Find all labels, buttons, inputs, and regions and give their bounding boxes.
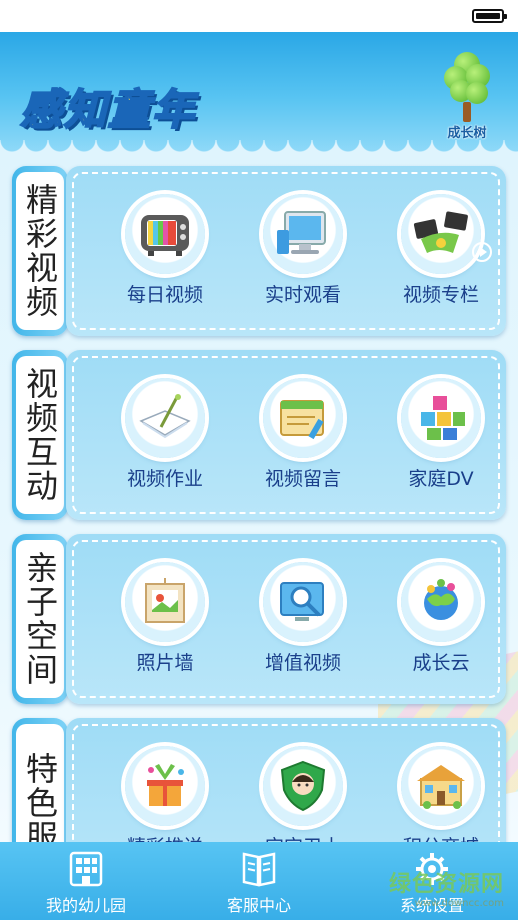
tile-label: 实时观看 [264, 284, 341, 306]
growth-cloud-icon [401, 562, 481, 642]
points-mall-icon [401, 746, 481, 826]
photo-wall-icon [125, 562, 205, 642]
section-title: 特色服 [21, 752, 59, 842]
tile-video-homework[interactable]: 视频作业 [110, 378, 220, 498]
watermark-text: 绿色资源网 [388, 872, 504, 897]
tv-icon [125, 194, 205, 274]
section-panel: 精彩推送 宝宝卫士 积分商城 [66, 718, 506, 842]
monitor-icon [263, 194, 343, 274]
section-label-tab: 视频互动 [12, 350, 68, 520]
tile-label: 视频留言 [264, 468, 341, 490]
tile-label: 精彩推送 [100, 832, 230, 842]
section-label-tab: 亲子空间 [12, 534, 68, 704]
tile-live-view[interactable]: 实时观看 [248, 194, 358, 314]
section-title: 视频互动 [21, 367, 59, 503]
tile-label: 照片墙 [136, 652, 194, 674]
baby-guard-icon [263, 746, 343, 826]
section-special-services: 特色服 精彩推送 宝宝卫士 积分商城 [12, 718, 506, 842]
tile-family-dv[interactable]: 家庭DV [386, 378, 496, 498]
watermark: 绿色资源网 www.downcc.com [389, 866, 504, 909]
status-bar [0, 0, 518, 32]
bottom-tab-bar: 我的幼儿园 客服中心 系统设置 绿色资源网 www.downcc.com [0, 842, 518, 920]
section-parent-child-space: 亲子空间 照片墙 增值视频 成长云 [12, 534, 506, 704]
app-logo: 感知童年 [19, 84, 197, 135]
main-content: 精彩视频 每日视频 实时观看 视频专栏 视频互动 视频作业 视频留言 家庭DV … [0, 152, 518, 842]
section-panel: 视频作业 视频留言 家庭DV [66, 350, 506, 520]
section-label-tab: 精彩视频 [12, 166, 68, 336]
tile-label: 成长云 [412, 652, 470, 674]
growth-tree-button[interactable]: 成长树 [438, 52, 496, 144]
homework-icon [125, 378, 205, 458]
tile-label: 增值视频 [264, 652, 341, 674]
tile-label: 宝宝卫士 [238, 832, 368, 842]
tile-value-added-video[interactable]: 增值视频 [248, 562, 358, 682]
tile-growth-cloud[interactable]: 成长云 [386, 562, 496, 682]
watermark-url: www.downcc.com [414, 898, 504, 909]
tab-label: 客服中心 [226, 896, 291, 915]
tile-label: 视频作业 [126, 468, 203, 490]
section-label-tab: 特色服 [12, 718, 68, 842]
tile-photo-wall[interactable]: 照片墙 [110, 562, 220, 682]
section-video-interaction: 视频互动 视频作业 视频留言 家庭DV [12, 350, 506, 520]
next-arrow-icon[interactable] [472, 242, 492, 262]
section-title: 亲子空间 [21, 551, 59, 687]
tile-baby-guard[interactable]: 宝宝卫士 [248, 746, 358, 842]
message-board-icon [263, 378, 343, 458]
video-column-icon [401, 194, 481, 274]
battery-icon [472, 9, 507, 23]
tile-points-mall[interactable]: 积分商城 [386, 746, 496, 842]
tile-featured-push[interactable]: 精彩推送 [110, 746, 220, 842]
tile-label: 视频专栏 [402, 284, 479, 306]
gift-push-icon [125, 746, 205, 826]
tile-daily-video[interactable]: 每日视频 [110, 194, 220, 314]
growth-tree-label: 成长树 [447, 126, 487, 141]
tab-customer-service[interactable]: 客服中心 [173, 842, 345, 920]
value-added-video-icon [263, 562, 343, 642]
tile-label: 家庭DV [408, 468, 474, 490]
kindergarten-icon [68, 850, 104, 888]
book-icon [241, 850, 277, 888]
tile-label: 每日视频 [126, 284, 203, 306]
family-dv-icon [401, 378, 481, 458]
section-panel: 每日视频 实时观看 视频专栏 [66, 166, 506, 336]
tree-trunk [463, 102, 471, 122]
tile-video-message[interactable]: 视频留言 [248, 378, 358, 498]
section-title: 精彩视频 [21, 183, 59, 319]
tab-label: 我的幼儿园 [45, 896, 126, 915]
section-panel: 照片墙 增值视频 成长云 [66, 534, 506, 704]
tile-label: 积分商城 [376, 832, 506, 842]
section-featured-videos: 精彩视频 每日视频 实时观看 视频专栏 [12, 166, 506, 336]
app-header: 感知童年 成长树 [0, 32, 518, 152]
tab-my-kindergarten[interactable]: 我的幼儿园 [0, 842, 172, 920]
